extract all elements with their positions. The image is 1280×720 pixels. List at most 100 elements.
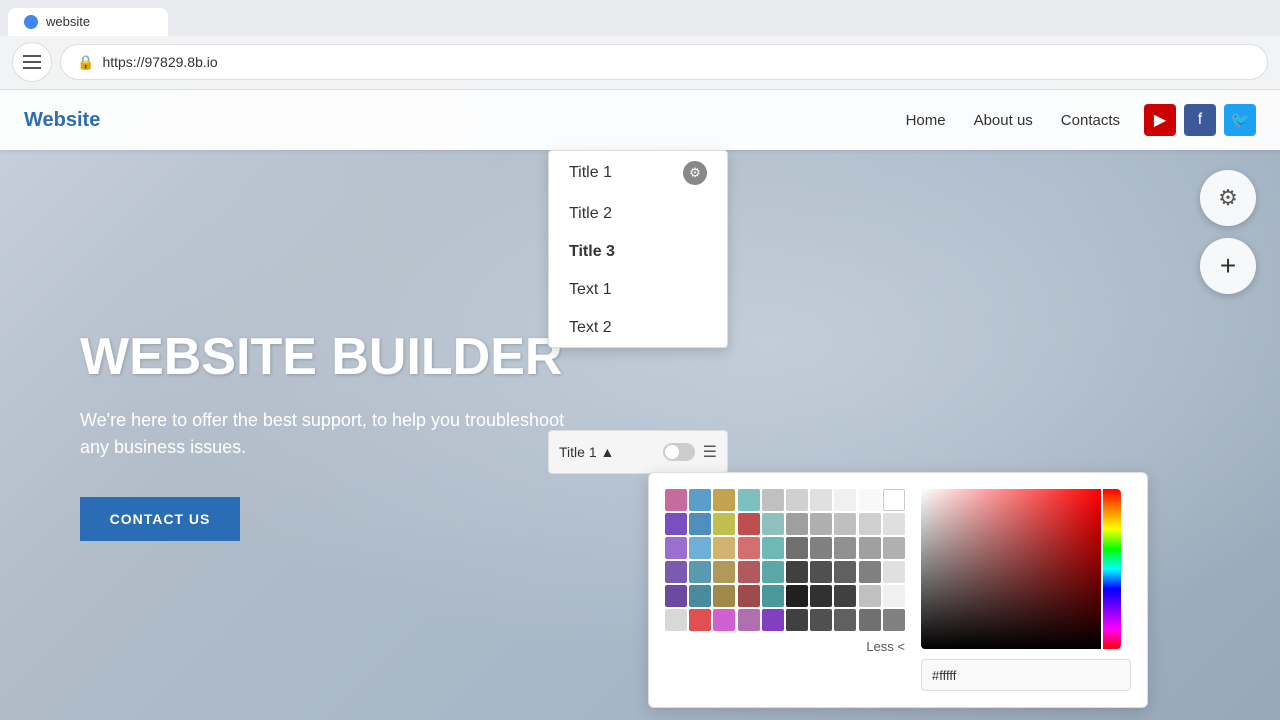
color-swatch[interactable]: [883, 513, 905, 535]
color-swatch[interactable]: [713, 489, 735, 511]
color-swatch[interactable]: [762, 489, 784, 511]
color-swatch[interactable]: [786, 513, 808, 535]
browser-menu-button[interactable]: [12, 42, 52, 82]
color-swatch[interactable]: [883, 537, 905, 559]
color-swatch[interactable]: [859, 561, 881, 583]
color-swatch[interactable]: [883, 585, 905, 607]
settings-fab[interactable]: ⚙: [1200, 170, 1256, 226]
hamburger-line: [23, 55, 41, 57]
color-swatch[interactable]: [689, 489, 711, 511]
color-swatch[interactable]: [859, 609, 881, 631]
nav-link-about[interactable]: About us: [974, 112, 1033, 129]
color-swatch[interactable]: [665, 585, 687, 607]
color-swatch[interactable]: [810, 489, 832, 511]
color-swatch-white[interactable]: [883, 489, 905, 511]
dropdown-item-text1[interactable]: Text 1: [549, 271, 727, 309]
color-swatch[interactable]: [665, 609, 687, 631]
color-swatch[interactable]: [665, 513, 687, 535]
color-swatch[interactable]: [810, 585, 832, 607]
less-button[interactable]: Less <: [665, 639, 905, 654]
color-swatch[interactable]: [883, 561, 905, 583]
url-text: https://97829.8b.io: [102, 54, 217, 70]
facebook-icon[interactable]: f: [1184, 104, 1216, 136]
color-swatch[interactable]: [689, 585, 711, 607]
color-swatch[interactable]: [834, 561, 856, 583]
browser-tab[interactable]: website: [8, 8, 168, 36]
dropdown-item-label: Title 3: [569, 243, 615, 261]
color-swatches-grid: [665, 489, 905, 631]
color-swatch[interactable]: [713, 537, 735, 559]
nav-link-home[interactable]: Home: [906, 112, 946, 129]
fab-container: ⚙ +: [1200, 170, 1256, 294]
toolbar-selected-label: Title 1 ▲: [559, 444, 655, 460]
hex-input[interactable]: [921, 659, 1131, 691]
color-swatch[interactable]: [834, 585, 856, 607]
color-swatch[interactable]: [762, 537, 784, 559]
dropdown-item-label: Title 1: [569, 164, 612, 182]
align-icon[interactable]: ☰: [703, 442, 717, 462]
dropdown-gear-icon[interactable]: ⚙: [683, 161, 707, 185]
color-swatch[interactable]: [834, 513, 856, 535]
address-bar[interactable]: 🔒 https://97829.8b.io: [60, 44, 1268, 80]
color-gradient-picker[interactable]: [921, 489, 1121, 649]
color-swatch[interactable]: [859, 513, 881, 535]
color-swatch[interactable]: [738, 489, 760, 511]
website-preview: Website Home About us Contacts ▶ f 🐦 WEB…: [0, 90, 1280, 720]
color-swatch[interactable]: [713, 609, 735, 631]
color-swatch[interactable]: [689, 513, 711, 535]
color-swatch[interactable]: [738, 537, 760, 559]
color-swatch[interactable]: [762, 513, 784, 535]
contact-us-button[interactable]: CONTACT US: [80, 497, 240, 541]
color-swatch[interactable]: [834, 609, 856, 631]
dropdown-item-title3[interactable]: Title 3: [549, 233, 727, 271]
color-swatch[interactable]: [713, 585, 735, 607]
color-swatch[interactable]: [665, 537, 687, 559]
twitter-icon[interactable]: 🐦: [1224, 104, 1256, 136]
color-swatch[interactable]: [859, 537, 881, 559]
browser-chrome: website 🔒 https://97829.8b.io: [0, 0, 1280, 90]
hero-subtitle: We're here to offer the best support, to…: [80, 407, 580, 461]
color-swatch[interactable]: [786, 561, 808, 583]
color-swatch[interactable]: [786, 609, 808, 631]
color-swatch[interactable]: [738, 609, 760, 631]
color-swatch[interactable]: [883, 609, 905, 631]
color-swatch[interactable]: [810, 537, 832, 559]
text-style-dropdown: Title 1 ⚙ Title 2 Title 3 Text 1 Text 2: [548, 150, 728, 348]
style-toggle[interactable]: [663, 443, 695, 461]
color-swatch[interactable]: [859, 489, 881, 511]
color-swatch[interactable]: [689, 561, 711, 583]
color-swatch[interactable]: [713, 513, 735, 535]
gradient-area[interactable]: [921, 489, 1121, 649]
dropdown-toolbar: Title 1 ▲ ☰: [548, 430, 728, 474]
color-swatch[interactable]: [834, 489, 856, 511]
dropdown-item-title2[interactable]: Title 2: [549, 195, 727, 233]
color-swatch[interactable]: [713, 561, 735, 583]
color-swatch[interactable]: [786, 537, 808, 559]
nav-link-contacts[interactable]: Contacts: [1061, 112, 1120, 129]
color-swatch[interactable]: [689, 537, 711, 559]
dropdown-item-label: Text 1: [569, 281, 612, 299]
color-swatch[interactable]: [665, 489, 687, 511]
dropdown-item-text2[interactable]: Text 2: [549, 309, 727, 347]
color-swatch[interactable]: [762, 561, 784, 583]
color-swatch[interactable]: [762, 585, 784, 607]
tab-label: website: [46, 14, 90, 29]
color-swatch[interactable]: [810, 561, 832, 583]
color-swatch[interactable]: [762, 609, 784, 631]
color-swatch[interactable]: [738, 513, 760, 535]
color-swatch[interactable]: [738, 561, 760, 583]
color-swatches-section: Less <: [665, 489, 905, 691]
color-swatch[interactable]: [859, 585, 881, 607]
color-swatch[interactable]: [810, 609, 832, 631]
color-swatch[interactable]: [786, 489, 808, 511]
hue-slider[interactable]: [1103, 489, 1121, 649]
color-swatch[interactable]: [665, 561, 687, 583]
color-swatch[interactable]: [689, 609, 711, 631]
color-swatch[interactable]: [738, 585, 760, 607]
color-swatch[interactable]: [834, 537, 856, 559]
color-swatch[interactable]: [786, 585, 808, 607]
color-swatch[interactable]: [810, 513, 832, 535]
youtube-icon[interactable]: ▶: [1144, 104, 1176, 136]
dropdown-item-title1[interactable]: Title 1 ⚙: [549, 151, 727, 195]
add-fab[interactable]: +: [1200, 238, 1256, 294]
